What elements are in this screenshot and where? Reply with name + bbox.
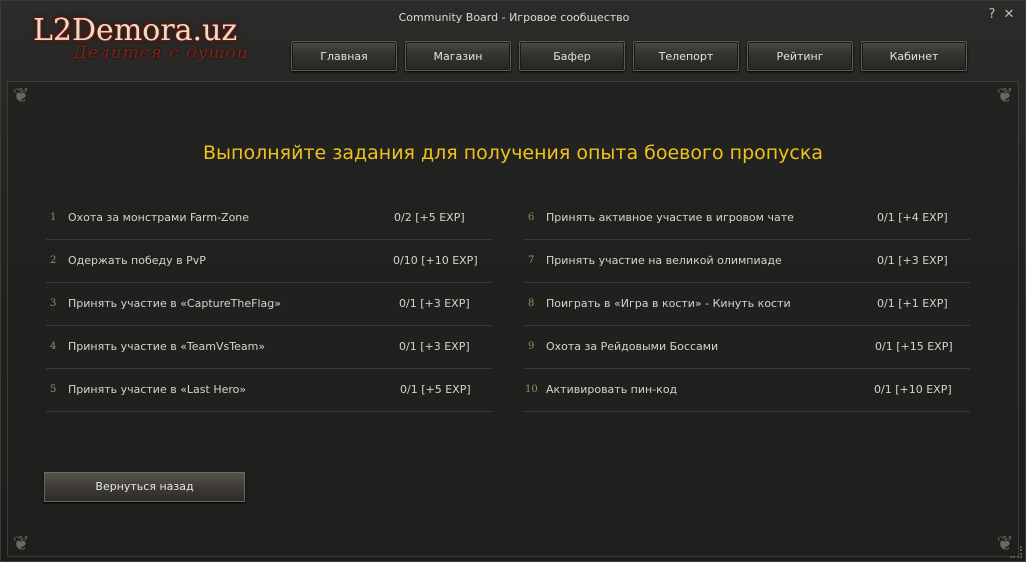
task-number: 4 bbox=[50, 341, 57, 352]
task-progress: 0/2 [+5 EXP] bbox=[394, 211, 465, 224]
task-name: Принять участие в «Last Hero» bbox=[68, 383, 247, 396]
task-number: 9 bbox=[528, 341, 535, 352]
task-row: 9 Охота за Рейдовыми Боссами 0/1 [+15 EX… bbox=[524, 327, 970, 369]
nav-cabinet-button[interactable]: Кабинет bbox=[861, 41, 967, 71]
task-progress: 0/1 [+3 EXP] bbox=[877, 254, 948, 267]
task-list-left: 1 Охота за монстрами Farm-Zone 0/2 [+5 E… bbox=[46, 198, 492, 412]
corner-ornament-icon: ❦ bbox=[12, 83, 30, 107]
task-row: 8 Поиграть в «Игра в кости» - Кинуть кос… bbox=[524, 284, 970, 326]
task-number: 7 bbox=[528, 255, 535, 266]
task-row: 6 Принять активное участие в игровом чат… bbox=[524, 198, 970, 240]
task-progress: 0/1 [+4 EXP] bbox=[877, 211, 948, 224]
task-progress: 0/1 [+5 EXP] bbox=[400, 383, 471, 396]
close-icon[interactable]: ✕ bbox=[1002, 8, 1016, 22]
task-progress: 0/1 [+10 EXP] bbox=[874, 383, 952, 396]
nav-teleport-button[interactable]: Телепорт bbox=[633, 41, 739, 71]
logo-slogan: Делится с душой bbox=[73, 43, 249, 63]
task-name: Принять участие в «TeamVsTeam» bbox=[68, 340, 266, 353]
corner-ornament-icon: ❦ bbox=[12, 531, 30, 555]
task-row: 1 Охота за монстрами Farm-Zone 0/2 [+5 E… bbox=[46, 198, 492, 240]
task-list-right: 6 Принять активное участие в игровом чат… bbox=[524, 198, 970, 412]
nav-shop-button[interactable]: Магазин bbox=[405, 41, 511, 71]
task-progress: 0/1 [+3 EXP] bbox=[399, 297, 470, 310]
task-name: Одержать победу в PvP bbox=[68, 254, 206, 267]
page-title: Выполняйте задания для получения опыта б… bbox=[203, 142, 823, 164]
nav-rating-button[interactable]: Рейтинг bbox=[747, 41, 853, 71]
task-row: 10 Активировать пин-код 0/1 [+10 EXP] bbox=[524, 370, 970, 412]
task-name: Охота за Рейдовыми Боссами bbox=[546, 340, 719, 353]
task-progress: 0/10 [+10 EXP] bbox=[393, 254, 478, 267]
task-number: 3 bbox=[50, 298, 57, 309]
task-number: 8 bbox=[528, 298, 535, 309]
task-row: 2 Одержать победу в PvP 0/10 [+10 EXP] bbox=[46, 241, 492, 283]
task-name: Принять участие на великой олимпиаде bbox=[546, 254, 782, 267]
task-number: 5 bbox=[50, 384, 57, 395]
task-row: 4 Принять участие в «TeamVsTeam» 0/1 [+3… bbox=[46, 327, 492, 369]
task-name: Принять активное участие в игровом чате bbox=[546, 211, 794, 224]
task-progress: 0/1 [+3 EXP] bbox=[399, 340, 470, 353]
resize-handle[interactable] bbox=[1010, 546, 1022, 558]
task-number: 2 bbox=[50, 255, 57, 266]
task-name: Активировать пин-код bbox=[546, 383, 678, 396]
task-name: Охота за монстрами Farm-Zone bbox=[68, 211, 250, 224]
server-logo: L2Demora.uz Делится с душой bbox=[33, 13, 263, 69]
task-name: Принять участие в «CaptureTheFlag» bbox=[68, 297, 281, 310]
task-number: 6 bbox=[528, 212, 535, 223]
task-row: 3 Принять участие в «CaptureTheFlag» 0/1… bbox=[46, 284, 492, 326]
corner-ornament-icon: ❦ bbox=[996, 83, 1014, 107]
nav-home-button[interactable]: Главная bbox=[291, 41, 397, 71]
help-icon[interactable]: ? bbox=[985, 8, 999, 22]
nav-buffer-button[interactable]: Бафер bbox=[519, 41, 625, 71]
community-board-window: Community Board - Игровое сообщество ? ✕… bbox=[0, 0, 1026, 562]
task-row: 5 Принять участие в «Last Hero» 0/1 [+5 … bbox=[46, 370, 492, 412]
task-number: 10 bbox=[525, 384, 538, 395]
back-button[interactable]: Вернуться назад bbox=[44, 472, 245, 502]
task-name: Поиграть в «Игра в кости» - Кинуть кости bbox=[546, 297, 791, 310]
task-progress: 0/1 [+15 EXP] bbox=[875, 340, 953, 353]
task-number: 1 bbox=[50, 212, 57, 223]
task-row: 7 Принять участие на великой олимпиаде 0… bbox=[524, 241, 970, 283]
task-progress: 0/1 [+1 EXP] bbox=[877, 297, 948, 310]
